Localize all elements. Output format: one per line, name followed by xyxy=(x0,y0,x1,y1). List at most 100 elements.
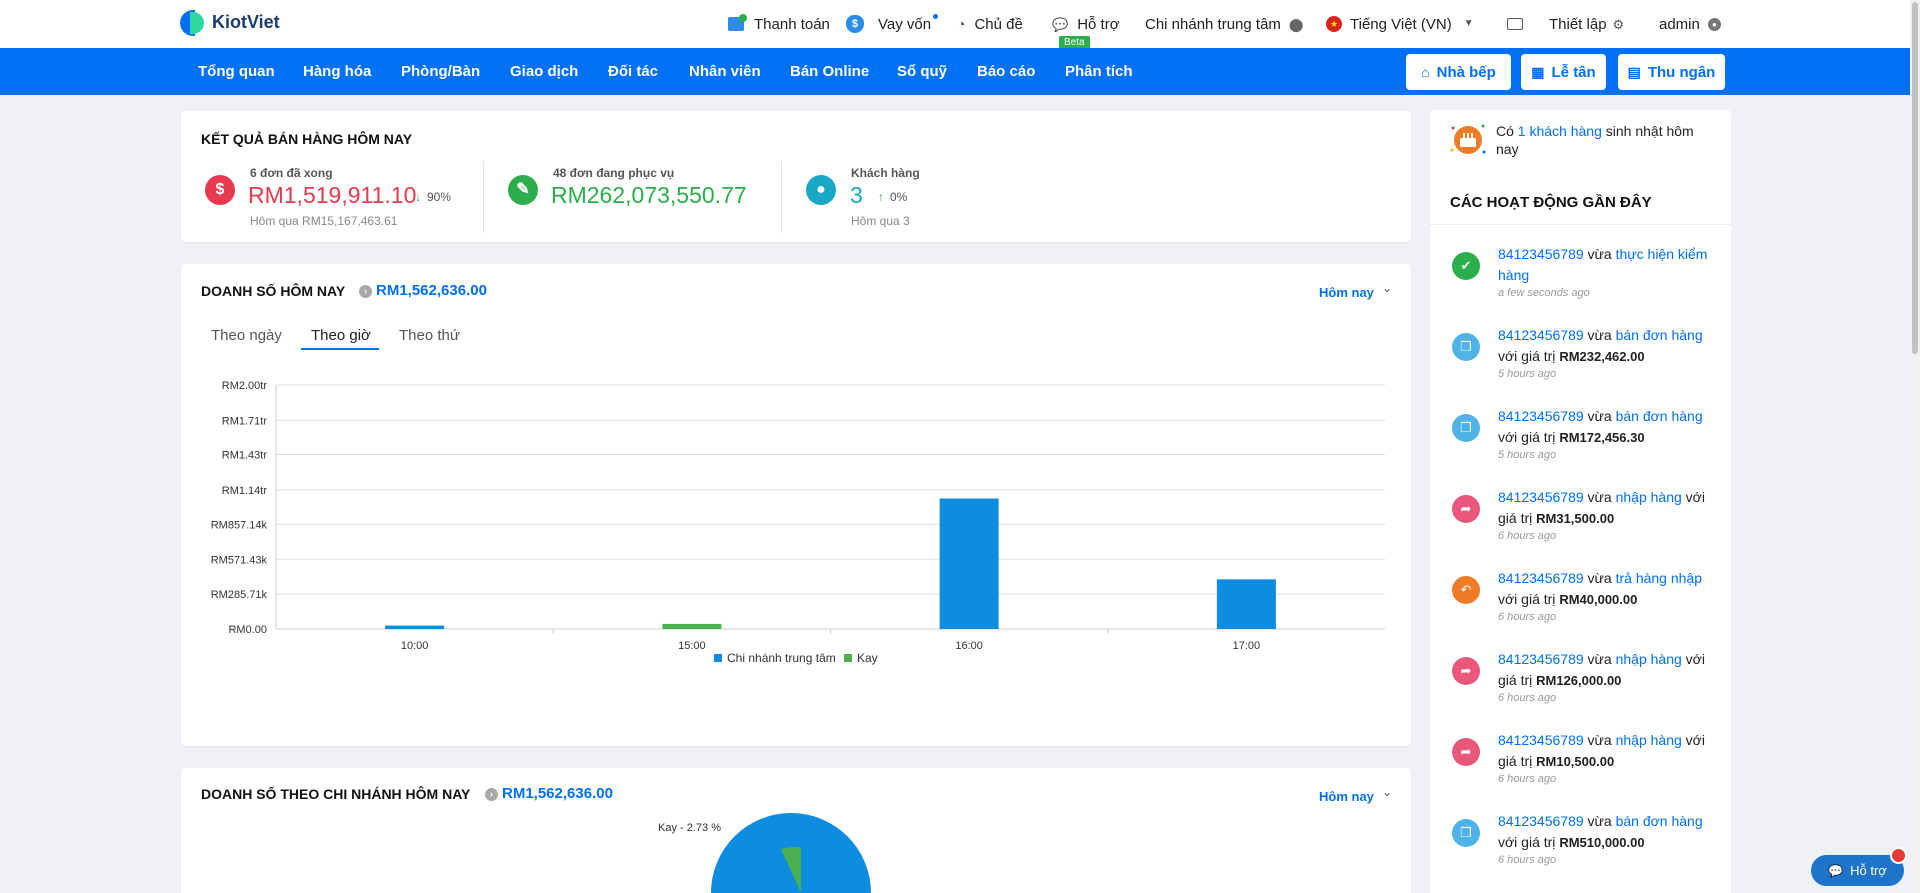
activity-user-link[interactable]: 84123456789 xyxy=(1498,489,1584,505)
activity-user-link[interactable]: 84123456789 xyxy=(1498,651,1584,667)
x-tick-label: 17:00 xyxy=(1233,640,1261,652)
loan-link[interactable]: $ Vay vốn xyxy=(846,12,938,36)
tab-by-weekday[interactable]: Theo thứ xyxy=(399,327,460,344)
activity-user-link[interactable]: 84123456789 xyxy=(1498,813,1584,829)
activity-item: ❐ 84123456789 vừa bán đơn hàng với giá tr… xyxy=(1430,406,1731,486)
activity-action-link[interactable]: bán đơn hàng xyxy=(1616,408,1703,424)
logo-mark xyxy=(180,8,206,36)
activity-item: ➦ 84123456789 vừa nhập hàng với giá trị R… xyxy=(1430,487,1731,567)
nav-online-sales[interactable]: Bán Online xyxy=(790,48,869,95)
nav-products[interactable]: Hàng hóa xyxy=(303,48,371,95)
activity-time: 6 hours ago xyxy=(1498,854,1557,866)
birthday-prefix: Có xyxy=(1496,123,1518,139)
right-panel: Có 1 khách hàng sinh nhật hôm nay CÁC HO… xyxy=(1430,110,1731,893)
nav-analytics[interactable]: Phân tích xyxy=(1065,48,1133,95)
done-orders-yesterday: Hôm qua RM15,167,463.61 xyxy=(250,214,398,228)
activity-user-link[interactable]: 84123456789 xyxy=(1498,732,1584,748)
nav-reports[interactable]: Báo cáo xyxy=(977,48,1035,95)
document-icon: ▤ xyxy=(1627,64,1641,80)
activity-verb: vừa xyxy=(1583,813,1616,829)
revenue-period-select[interactable]: Hôm nay xyxy=(1319,285,1374,300)
nav-cashbook[interactable]: Sổ quỹ xyxy=(897,48,947,95)
branch-selector[interactable]: Chi nhánh trung tâm ⬤ xyxy=(1145,12,1303,36)
nav-transactions[interactable]: Giao dịch xyxy=(510,48,578,95)
activity-value: RM40,000.00 xyxy=(1559,592,1638,607)
page-scrollbar-thumb[interactable] xyxy=(1912,2,1918,354)
activity-action-link[interactable]: bán đơn hàng xyxy=(1616,327,1703,343)
y-tick-label: RM1.14tr xyxy=(222,485,268,497)
activity-text: 84123456789 vừa bán đơn hàng với giá trị… xyxy=(1498,325,1716,367)
activity-user-link[interactable]: 84123456789 xyxy=(1498,408,1584,424)
activity-value: RM126,000.00 xyxy=(1536,673,1622,688)
activity-text: 84123456789 vừa trả hàng nhập với giá tr… xyxy=(1498,568,1716,610)
palette-icon: ◔ xyxy=(957,16,966,32)
activity-action-link[interactable]: nhập hàng xyxy=(1616,489,1682,505)
user-label: admin xyxy=(1659,15,1700,33)
activity-value: RM10,500.00 xyxy=(1536,754,1615,769)
birthday-customers-link[interactable]: 1 khách hàng xyxy=(1518,123,1602,139)
y-tick-label: RM857.14k xyxy=(211,519,268,531)
bar-kay xyxy=(662,623,722,629)
sales-result-title: KẾT QUẢ BÁN HÀNG HÔM NAY xyxy=(201,131,413,147)
return-icon: ↶ xyxy=(1452,576,1480,604)
revenue-card: DOANH SỐ HÔM NAY › RM1,562,636.00 Hôm nay… xyxy=(181,264,1411,746)
import-icon: ➦ xyxy=(1452,738,1480,766)
copy-icon: ❐ xyxy=(1452,333,1480,361)
tab-by-hour[interactable]: Theo giờ xyxy=(311,327,371,344)
kitchen-button[interactable]: ⌂ Nhà bếp xyxy=(1406,54,1511,90)
tab-by-day[interactable]: Theo ngày xyxy=(211,327,282,344)
activity-user-link[interactable]: 84123456789 xyxy=(1498,327,1584,343)
customers-pct: 0% xyxy=(890,190,908,204)
activity-action-link[interactable]: bán đơn hàng xyxy=(1616,813,1703,829)
language-selector[interactable]: ★ Tiếng Việt (VN) ▼ xyxy=(1326,12,1474,36)
activity-text: 84123456789 vừa thực hiện kiểm hàng xyxy=(1498,244,1716,286)
activity-action-link[interactable]: trả hàng nhập xyxy=(1616,570,1702,586)
user-menu[interactable]: admin ● xyxy=(1659,12,1721,36)
nav-partners[interactable]: Đối tác xyxy=(608,48,658,95)
activity-item: ↶ 84123456789 vừa trả hàng nhập với giá t… xyxy=(1430,568,1731,648)
help-chat-button[interactable]: 💬 Hỗ trợ xyxy=(1811,855,1904,886)
support-link[interactable]: 💬 Hỗ trợ xyxy=(1052,12,1120,36)
activity-action-link[interactable]: nhập hàng xyxy=(1616,732,1682,748)
settings-link[interactable]: Thiết lập ⚙ xyxy=(1549,12,1624,36)
copy-icon: ❐ xyxy=(1452,414,1480,442)
activity-verb: vừa xyxy=(1583,327,1616,343)
branch-period-select[interactable]: Hôm nay xyxy=(1319,789,1374,804)
activity-verb: vừa xyxy=(1583,246,1616,262)
activity-item: ❐ 84123456789 vừa bán đơn hàng với giá tr… xyxy=(1430,325,1731,405)
y-tick-label: RM0.00 xyxy=(228,624,267,636)
x-tick-label: 16:00 xyxy=(955,640,983,652)
y-tick-label: RM1.43tr xyxy=(222,450,268,462)
reception-button[interactable]: ▦ Lễ tân xyxy=(1521,54,1606,90)
chevron-down-icon[interactable]: ⌄ xyxy=(1382,785,1392,799)
reception-label: Lễ tân xyxy=(1551,63,1596,81)
nav-overview[interactable]: Tổng quan xyxy=(198,48,275,95)
branch-revenue-amount: › RM1,562,636.00 xyxy=(485,785,613,802)
payment-link[interactable]: Thanh toán xyxy=(728,12,830,36)
theme-link[interactable]: ◔ Chủ đề xyxy=(957,12,1023,36)
customers-value: 3 xyxy=(850,182,863,208)
y-tick-label: RM285.71k xyxy=(211,589,268,601)
top-bar: KiotViet Thanh toán $ Vay vốn ◔ Chủ đề 💬… xyxy=(0,0,1920,49)
activity-verb: vừa xyxy=(1583,408,1616,424)
nav-rooms-tables[interactable]: Phòng/Bàn xyxy=(401,48,480,95)
branch-revenue-card: DOANH SỐ THEO CHI NHÁNH HÔM NAY › RM1,562… xyxy=(181,768,1411,893)
cashier-button[interactable]: ▤ Thu ngân xyxy=(1618,54,1725,90)
branch-pie-chart: Kay - 2.73 % xyxy=(658,813,871,893)
serving-orders-label: 48 đơn đang phục vụ xyxy=(553,166,675,180)
recent-activities-title: CÁC HOẠT ĐỘNG GẦN ĐÂY xyxy=(1450,194,1652,211)
activity-time: 6 hours ago xyxy=(1498,530,1557,542)
chevron-down-icon[interactable]: ⌄ xyxy=(1382,281,1392,295)
activity-action-link[interactable]: nhập hàng xyxy=(1616,651,1682,667)
inbox-button[interactable] xyxy=(1507,12,1523,36)
language-label: Tiếng Việt (VN) xyxy=(1350,15,1452,33)
x-tick-label: 15:00 xyxy=(678,640,706,652)
nav-employees[interactable]: Nhân viên xyxy=(689,48,761,95)
vietnam-flag-icon: ★ xyxy=(1326,16,1342,32)
revenue-bar-chart: RM0.00 RM285.71k RM571.43k RM857.14k RM1.14t… xyxy=(211,380,1385,665)
activity-user-link[interactable]: 84123456789 xyxy=(1498,570,1584,586)
kiotviet-logo[interactable]: KiotViet xyxy=(180,6,280,38)
map-pin-icon: ⬤ xyxy=(1288,16,1304,32)
activity-user-link[interactable]: 84123456789 xyxy=(1498,246,1584,262)
branch-revenue-amount-value: RM1,562,636.00 xyxy=(502,785,613,802)
